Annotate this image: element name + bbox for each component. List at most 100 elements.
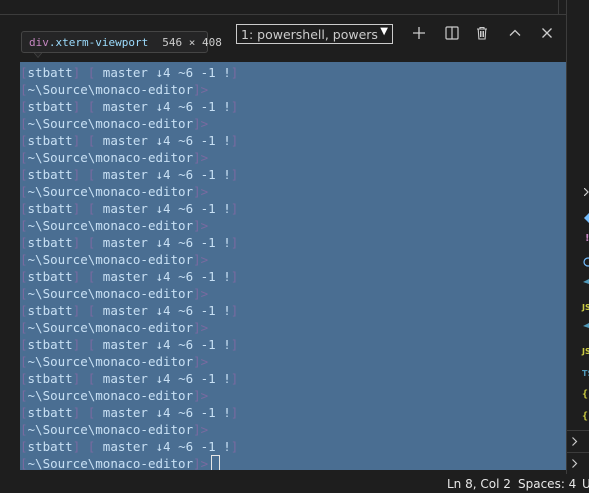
terminal-path-line: [~\Source\monaco-editor]>: [20, 149, 238, 166]
prompt-path: ~\Source\monaco-editor: [27, 388, 194, 403]
prompt-user: stbatt: [27, 201, 73, 216]
prompt-bracket: [: [20, 150, 28, 165]
terminal-path-line: [~\Source\monaco-editor]>: [20, 455, 238, 470]
prompt-bracket: ]: [72, 65, 88, 80]
terminal-path-line: [~\Source\monaco-editor]>: [20, 217, 238, 234]
split-terminal-button[interactable]: [441, 22, 463, 44]
prompt-bracket: ]: [230, 201, 239, 216]
close-panel-button[interactable]: [536, 22, 558, 44]
prompt-git-status: master ↓4 ~6 -1 !: [95, 337, 231, 352]
prompt-bracket: [: [20, 439, 28, 454]
maximize-panel-button[interactable]: [504, 22, 526, 44]
kill-terminal-button[interactable]: [471, 22, 493, 44]
prompt-bracket: ]: [72, 99, 88, 114]
prompt-path: ~\Source\monaco-editor: [27, 150, 194, 165]
terminal-prompt-line: [stbatt] [ master ↓4 ~6 -1 !]: [20, 404, 238, 421]
chevron-right-icon: [572, 437, 578, 446]
terminal-path-line: [~\Source\monaco-editor]>: [20, 81, 238, 98]
prompt-path: ~\Source\monaco-editor: [27, 456, 194, 470]
prompt-bracket: [: [20, 218, 28, 233]
vscode-window: 1: powershell, powershell ▼: [0, 0, 589, 493]
outline-section-header[interactable]: [566, 430, 589, 453]
timeline-section-header[interactable]: [566, 452, 589, 475]
prompt-bracket: ]: [72, 269, 88, 284]
clock-file-icon: [583, 257, 589, 267]
prompt-suffix: ]>: [193, 388, 209, 403]
terminal-path-line: [~\Source\monaco-editor]>: [20, 115, 238, 132]
prompt-git-status: master ↓4 ~6 -1 !: [95, 371, 231, 386]
prompt-suffix: ]>: [193, 184, 209, 199]
prompt-bracket: ]: [230, 235, 239, 250]
terminal-prompt-line: [stbatt] [ master ↓4 ~6 -1 !]: [20, 98, 238, 115]
prompt-git-status: master ↓4 ~6 -1 !: [95, 405, 231, 420]
prompt-bracket: [: [20, 286, 28, 301]
chevron-right-icon: [584, 188, 589, 196]
prompt-git-status: master ↓4 ~6 -1 !: [95, 235, 231, 250]
prompt-user: stbatt: [27, 405, 73, 420]
prompt-bracket: ]: [230, 269, 239, 284]
chevron-down-icon: ▼: [380, 26, 388, 37]
panel-top-divider: [558, 0, 559, 14]
terminal-prompt-line: [stbatt] [ master ↓4 ~6 -1 !]: [20, 268, 238, 285]
prompt-path: ~\Source\monaco-editor: [27, 286, 194, 301]
prompt-bracket: ]: [72, 303, 88, 318]
prompt-git-status: master ↓4 ~6 -1 !: [95, 439, 231, 454]
prompt-suffix: ]>: [193, 456, 209, 470]
terminal-output: [stbatt] [ master ↓4 ~6 -1 !] [~\Source\m…: [20, 64, 238, 470]
prompt-path: ~\Source\monaco-editor: [27, 320, 194, 335]
prompt-git-status: master ↓4 ~6 -1 !: [95, 133, 231, 148]
indentation[interactable]: Spaces: 4: [518, 477, 576, 491]
terminal-prompt-line: [stbatt] [ master ↓4 ~6 -1 !]: [20, 336, 238, 353]
prompt-bracket: [: [20, 320, 28, 335]
warning-file-icon: !: [585, 233, 589, 244]
prompt-path: ~\Source\monaco-editor: [27, 184, 194, 199]
close-icon: [542, 28, 552, 38]
prompt-user: stbatt: [27, 235, 73, 250]
new-terminal-button[interactable]: [408, 22, 430, 44]
prompt-suffix: ]>: [193, 150, 209, 165]
tooltip-size: 546 × 408: [162, 35, 222, 49]
split-icon: [445, 26, 459, 40]
prompt-bracket: ]: [72, 405, 88, 420]
terminal-prompt-line: [stbatt] [ master ↓4 ~6 -1 !]: [20, 166, 238, 183]
prompt-bracket: ]: [72, 201, 88, 216]
prompt-bracket: [: [20, 82, 28, 97]
prompt-user: stbatt: [27, 337, 73, 352]
prompt-bracket: [: [20, 371, 28, 386]
prompt-user: stbatt: [27, 303, 73, 318]
inspect-tooltip: div .xterm-viewport 546 × 408: [21, 31, 222, 53]
terminal-prompt-line: [stbatt] [ master ↓4 ~6 -1 !]: [20, 234, 238, 251]
terminal-prompt-line: [stbatt] [ master ↓4 ~6 -1 !]: [20, 302, 238, 319]
trash-icon: [477, 26, 487, 40]
chevron-right-icon: [572, 459, 578, 468]
prompt-bracket: [: [20, 201, 28, 216]
terminal-select-value: 1: powershell, powershell: [241, 26, 379, 42]
prompt-suffix: ]>: [193, 252, 209, 267]
prompt-bracket: ]: [230, 303, 239, 318]
prompt-git-status: master ↓4 ~6 -1 !: [95, 99, 231, 114]
terminal-path-line: [~\Source\monaco-editor]>: [20, 183, 238, 200]
prompt-bracket: [: [20, 337, 28, 352]
prompt-suffix: ]>: [193, 320, 209, 335]
prompt-bracket: ]: [72, 133, 88, 148]
prompt-path: ~\Source\monaco-editor: [27, 82, 194, 97]
prompt-path: ~\Source\monaco-editor: [27, 422, 194, 437]
chevron-up-icon: [509, 29, 521, 36]
prompt-user: stbatt: [27, 371, 73, 386]
ts-file-icon: TS: [582, 369, 589, 378]
terminal-prompt-line: [stbatt] [ master ↓4 ~6 -1 !]: [20, 132, 238, 149]
terminal-select[interactable]: 1: powershell, powershell ▼: [236, 24, 393, 44]
terminal-path-line: [~\Source\monaco-editor]>: [20, 353, 238, 370]
js-file-icon: JS: [582, 303, 589, 312]
prompt-user: stbatt: [27, 439, 73, 454]
prompt-bracket: ]: [72, 337, 88, 352]
prompt-bracket: [: [20, 167, 28, 182]
prompt-path: ~\Source\monaco-editor: [27, 354, 194, 369]
prompt-bracket: [: [20, 235, 28, 250]
terminal-prompt-line: [stbatt] [ master ↓4 ~6 -1 !]: [20, 200, 238, 217]
cursor-position[interactable]: Ln 8, Col 2: [447, 477, 511, 491]
status-bar: Ln 8, Col 2 Spaces: 4 U: [0, 474, 589, 493]
prompt-bracket: [: [20, 99, 28, 114]
encoding[interactable]: U: [582, 477, 589, 491]
xterm-viewport[interactable]: [stbatt] [ master ↓4 ~6 -1 !] [~\Source\m…: [20, 62, 566, 470]
